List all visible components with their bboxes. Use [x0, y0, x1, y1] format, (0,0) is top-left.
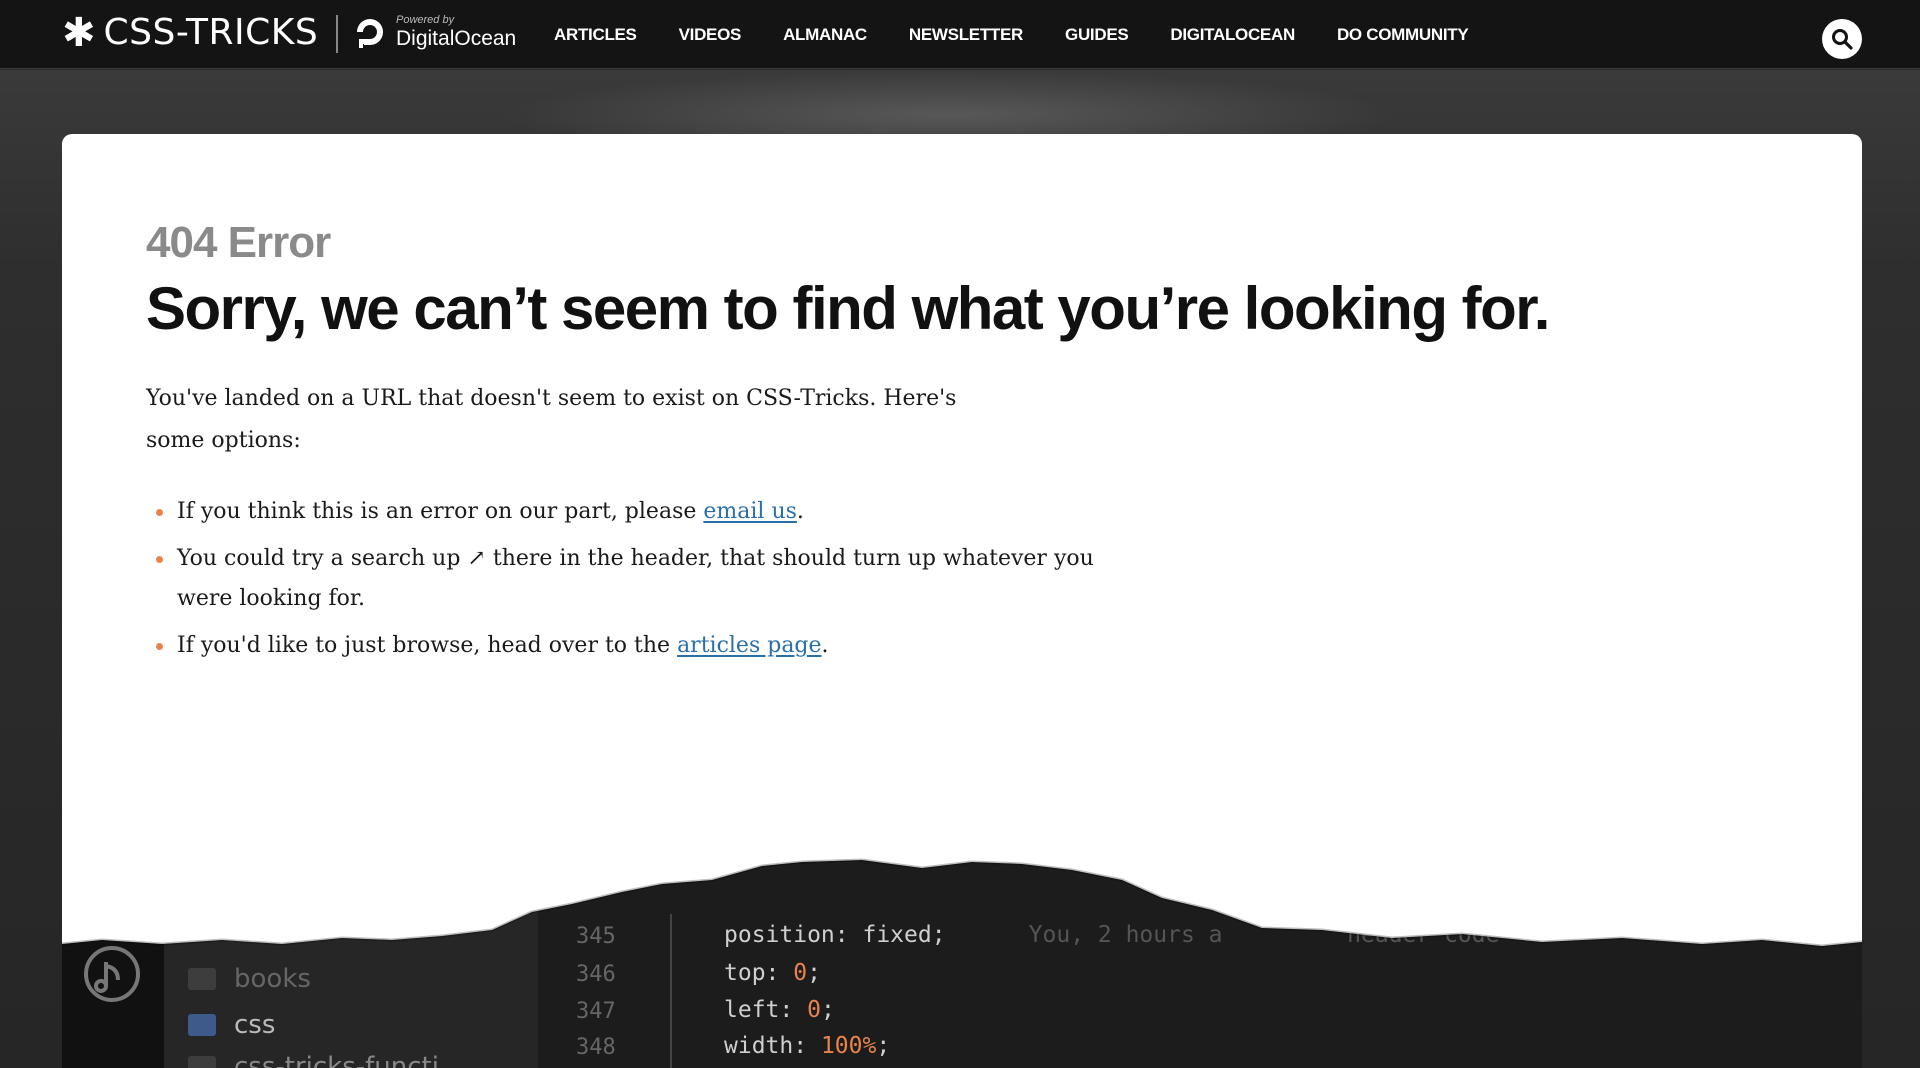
folder-icon: [188, 1056, 216, 1068]
nav-articles[interactable]: ARTICLES: [554, 25, 637, 45]
folder-item[interactable]: css: [188, 1010, 275, 1040]
digitalocean-brand[interactable]: Powered by DigitalOcean: [352, 14, 516, 50]
code-text: left:: [724, 997, 808, 1023]
logo-divider: [336, 15, 338, 53]
digitalocean-logo-icon: [357, 19, 383, 48]
line-number: 347: [576, 999, 616, 1024]
articles-page-link[interactable]: articles page: [677, 633, 821, 658]
code-punct: ;: [876, 1033, 891, 1059]
search-button[interactable]: [1822, 19, 1862, 59]
options-list: If you think this is an error on our par…: [146, 492, 1126, 673]
list-item: If you'd like to just browse, head over …: [146, 626, 1126, 666]
nav-do-community[interactable]: DO COMMUNITY: [1337, 25, 1469, 45]
nav-almanac[interactable]: ALMANAC: [783, 25, 867, 45]
nav-videos[interactable]: VIDEOS: [679, 25, 742, 45]
nav-digitalocean[interactable]: DIGITALOCEAN: [1170, 25, 1295, 45]
list-item: If you think this is an error on our par…: [146, 492, 1126, 532]
code-line: left: 0;: [724, 997, 835, 1023]
asterisk-logo-icon: ✱: [62, 9, 96, 56]
option-text: If you think this is an error on our par…: [177, 499, 704, 524]
nav-newsletter[interactable]: NEWSLETTER: [909, 25, 1023, 45]
main-nav: ARTICLES VIDEOS ALMANAC NEWSLETTER GUIDE…: [554, 0, 1510, 69]
bullet-dot: [156, 556, 163, 563]
bullet-dot: [156, 509, 163, 516]
option-text: If you'd like to just browse, head over …: [177, 633, 678, 658]
folder-icon: [188, 968, 216, 990]
page-title: Sorry, we can’t seem to find what you’re…: [146, 275, 1550, 342]
logo-wordmark: CSS-TRICKS: [103, 12, 319, 53]
list-item: You could try a search up ↗ there in the…: [146, 539, 1126, 619]
folder-label: css-tricks-functi: [234, 1052, 439, 1068]
css-folder-icon: [188, 1014, 216, 1036]
code-value: 0: [807, 997, 821, 1023]
torn-paper-edge: [62, 840, 1862, 948]
error-card: 404 Error Sorry, we can’t seem to find w…: [62, 134, 1862, 782]
intro-text: You've landed on a URL that doesn't seem…: [146, 386, 957, 453]
search-icon: [1832, 29, 1853, 50]
line-number: 348: [576, 1035, 616, 1060]
code-text: width:: [724, 1033, 821, 1059]
email-us-link[interactable]: email us: [703, 499, 797, 524]
code-value: 100%: [820, 1033, 877, 1059]
option-punct: .: [796, 499, 804, 524]
folder-item[interactable]: css-tricks-functi: [188, 1052, 439, 1068]
partner-name: DigitalOcean: [396, 27, 517, 50]
option-text: You could try a search up ↗ there in the…: [177, 546, 1094, 611]
code-punct: ;: [820, 997, 835, 1023]
error-code: 404 Error: [146, 218, 331, 267]
folder-label: css: [234, 1010, 276, 1040]
bullet-dot: [156, 643, 163, 650]
option-punct: .: [821, 633, 829, 658]
code-line: width: 100%;: [724, 1033, 890, 1059]
powered-by-label: Powered by: [396, 14, 455, 26]
nav-guides[interactable]: GUIDES: [1065, 25, 1129, 45]
site-logo[interactable]: ✱ CSS-TRICKS: [62, 12, 318, 53]
site-header: ✱ CSS-TRICKS Powered by DigitalOcean ART…: [0, 0, 1920, 69]
